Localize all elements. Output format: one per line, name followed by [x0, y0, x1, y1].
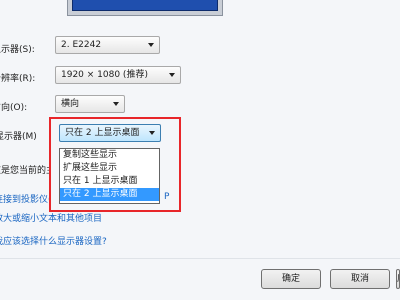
- multi-display-label: 多显示器(M): [0, 132, 37, 142]
- monitor-select-value: 2. E2242: [61, 40, 102, 50]
- resolution-label: 分辨率(R):: [0, 74, 36, 84]
- monitor-screen: [72, 0, 218, 11]
- orientation-select-value: 横向: [61, 99, 80, 109]
- ok-button[interactable]: 确定: [261, 269, 321, 289]
- monitor-select[interactable]: 2. E2242: [55, 36, 160, 54]
- projector-link-tail: P: [164, 192, 170, 202]
- monitor-preview: [67, 0, 223, 16]
- chevron-down-icon: [113, 102, 119, 106]
- footer-divider: [0, 258, 400, 259]
- resolution-select[interactable]: 1920 × 1080 (推荐): [55, 66, 181, 84]
- chevron-down-icon: [148, 43, 154, 47]
- annotation-highlight: [49, 117, 181, 212]
- orientation-select[interactable]: 横向: [55, 95, 125, 113]
- current-main-display-text: 这是您当前的主: [0, 166, 50, 176]
- chevron-down-icon: [169, 73, 175, 77]
- projector-link[interactable]: 连接到投影仪(: [0, 192, 49, 205]
- resolution-select-value: 1920 × 1080 (推荐): [61, 70, 148, 80]
- apply-button[interactable]: 应用: [396, 269, 400, 289]
- display-settings-help-link[interactable]: 我应该选择什么显示器设置?: [0, 234, 107, 247]
- monitor-label: 显示器(S):: [0, 45, 35, 55]
- orientation-label: 方向(O):: [0, 103, 28, 113]
- cancel-button[interactable]: 取消: [330, 269, 390, 289]
- text-size-link[interactable]: 放大或缩小文本和其他项目: [0, 211, 102, 224]
